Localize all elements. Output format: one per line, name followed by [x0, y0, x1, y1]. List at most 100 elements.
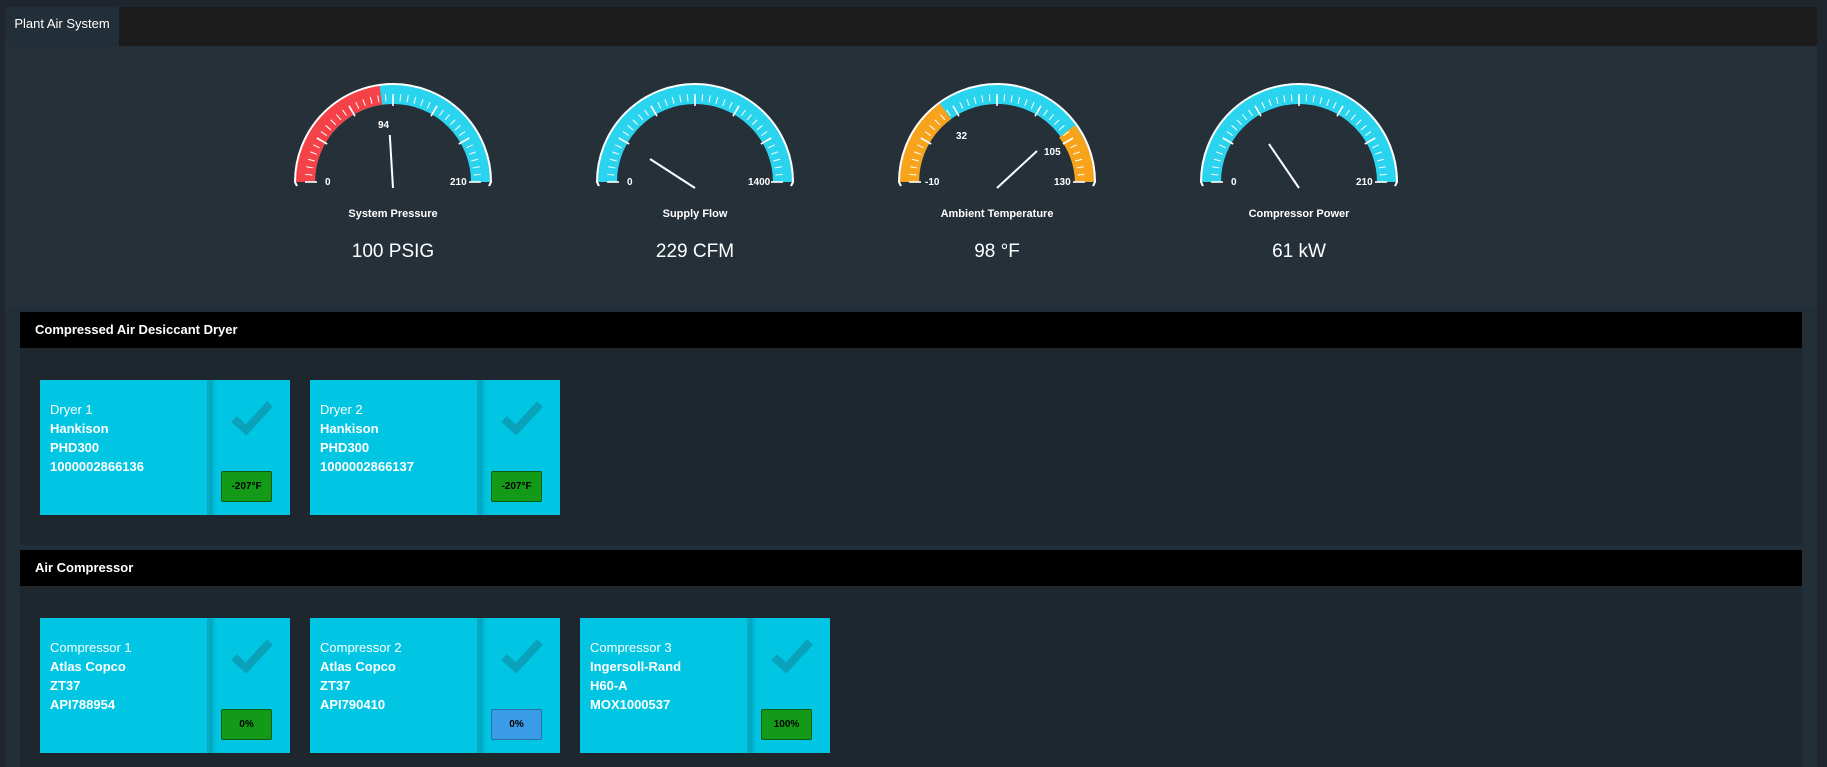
gauge-tick — [1211, 173, 1219, 176]
gauge-tick — [607, 173, 615, 176]
card-model: ZT37 — [50, 678, 81, 693]
gauge-value: 98 °F — [974, 241, 1020, 262]
card-make: Atlas Copco — [50, 659, 126, 674]
check-icon — [501, 401, 543, 436]
card-details: Dryer 1 Hankison PHD300 1000002866136 — [50, 400, 144, 476]
gauge-mark-label: 32 — [956, 131, 968, 142]
compressor-card[interactable]: Compressor 1 Atlas Copco ZT37 API788954 … — [40, 618, 290, 753]
check-icon — [231, 401, 273, 436]
card-status-panel: -207°F — [207, 380, 293, 515]
gauge-mark-label: 94 — [378, 120, 390, 131]
gauge-zone-low — [295, 84, 383, 183]
gauge-ambient-temperature: -10 130 32 105 Ambient Temperature 98 °F — [846, 74, 1148, 264]
gauge-max-label: 1400 — [748, 177, 771, 188]
gauge-tick — [1305, 94, 1308, 102]
gauge-min-label: 0 — [1231, 177, 1237, 188]
dryer-card[interactable]: Dryer 1 Hankison PHD300 1000002866136 -2… — [40, 380, 290, 515]
tab-plant-air-system[interactable]: Plant Air System — [5, 7, 119, 46]
card-model: H60-A — [590, 678, 628, 693]
gauge-dial: 0 1400 — [595, 83, 795, 189]
status-badge: -207°F — [221, 471, 272, 502]
gauge-needle — [649, 158, 696, 189]
gauge-needle — [388, 134, 394, 189]
gauge-needle — [996, 150, 1038, 189]
card-status-panel: -207°F — [477, 380, 563, 515]
gauge-tick — [775, 173, 783, 176]
gauge-needle — [1268, 143, 1300, 189]
card-details: Compressor 3 Ingersoll-Rand H60-A MOX100… — [590, 638, 681, 714]
gauge-value: 229 CFM — [655, 241, 735, 262]
gauge-arc — [1201, 84, 1397, 183]
gauge-dial: -10 130 32 105 — [897, 83, 1097, 189]
status-badge: 100% — [761, 709, 812, 740]
gauge-arc — [597, 84, 793, 183]
gauge-value: 61 kW — [1272, 241, 1326, 262]
gauge-tick — [1379, 173, 1387, 176]
card-details: Compressor 2 Atlas Copco ZT37 API790410 — [320, 638, 402, 714]
gauge-compressor-power: 0 210 Compressor Power 61 kW — [1148, 74, 1450, 264]
gauge-tick — [701, 94, 704, 102]
card-make: Hankison — [50, 421, 109, 436]
card-serial: 1000002866136 — [50, 459, 144, 474]
gauge-value: 100 PSIG — [351, 241, 435, 262]
gauge-tick — [305, 173, 313, 176]
card-serial: 1000002866137 — [320, 459, 414, 474]
gauge-title: Supply Flow — [662, 208, 728, 220]
card-serial: MOX1000537 — [590, 697, 671, 712]
gauge-panel: 0 210 94 System Pressure 100 PSIG 0 1400… — [5, 46, 1817, 307]
gauge-tick — [1077, 173, 1085, 176]
gauge-tick — [384, 94, 387, 102]
status-badge: -207°F — [491, 471, 542, 502]
gauge-dial: 0 210 — [1199, 83, 1399, 189]
gauge-supply-flow: 0 1400 Supply Flow 229 CFM — [544, 74, 846, 264]
card-serial: API790410 — [320, 697, 386, 712]
compressor-card[interactable]: Compressor 3 Ingersoll-Rand H60-A MOX100… — [580, 618, 830, 753]
compressor-card[interactable]: Compressor 2 Atlas Copco ZT37 API790410 … — [310, 618, 560, 753]
card-details: Compressor 1 Atlas Copco ZT37 API788954 — [50, 638, 132, 714]
card-make: Ingersoll-Rand — [590, 659, 682, 674]
card-model: ZT37 — [320, 678, 351, 693]
gauge-tick — [1003, 94, 1006, 102]
status-badge: 0% — [491, 709, 542, 740]
gauge-min-label: 0 — [627, 177, 633, 188]
gauge-tick — [988, 94, 991, 102]
gauge-min-label: -10 — [925, 177, 940, 188]
card-status-panel: 0% — [477, 618, 563, 753]
card-serial: API788954 — [50, 697, 116, 712]
section-desiccant-dryer: Compressed Air Desiccant Dryer Dryer 1 H… — [20, 312, 1802, 545]
card-name: Dryer 1 — [50, 402, 93, 417]
dryer-card[interactable]: Dryer 2 Hankison PHD300 1000002866137 -2… — [310, 380, 560, 515]
gauge-system-pressure: 0 210 94 System Pressure 100 PSIG — [242, 74, 544, 264]
status-badge: 0% — [221, 709, 272, 740]
gauge-title: System Pressure — [348, 208, 438, 220]
card-status-panel: 100% — [747, 618, 833, 753]
check-icon — [231, 639, 273, 674]
gauge-max-label: 210 — [450, 177, 467, 188]
section-air-compressor: Air Compressor Compressor 1 Atlas Copco … — [20, 550, 1802, 767]
check-icon — [501, 639, 543, 674]
gauge-mark-label: 105 — [1044, 147, 1061, 158]
gauge-tick — [473, 173, 481, 176]
gauge-tick — [909, 173, 917, 176]
card-name: Compressor 2 — [320, 640, 402, 655]
card-make: Hankison — [320, 421, 379, 436]
card-status-panel: 0% — [207, 618, 293, 753]
gauge-title: Ambient Temperature — [940, 208, 1054, 220]
card-model: PHD300 — [50, 440, 100, 455]
section-title: Compressed Air Desiccant Dryer — [20, 312, 1802, 348]
card-details: Dryer 2 Hankison PHD300 1000002866137 — [320, 400, 414, 476]
gauge-min-label: 0 — [325, 177, 331, 188]
gauge-max-label: 210 — [1356, 177, 1373, 188]
tab-bar: Plant Air System — [5, 7, 1817, 46]
card-name: Compressor 3 — [590, 640, 672, 655]
check-icon — [771, 639, 813, 674]
card-name: Compressor 1 — [50, 640, 132, 655]
card-make: Atlas Copco — [320, 659, 396, 674]
card-name: Dryer 2 — [320, 402, 363, 417]
gauge-tick — [399, 94, 402, 102]
gauge-zone-low — [899, 102, 952, 183]
section-title: Air Compressor — [20, 550, 1802, 586]
gauge-max-label: 130 — [1054, 177, 1071, 188]
gauge-title: Compressor Power — [1248, 208, 1350, 220]
gauge-tick — [1290, 94, 1293, 102]
